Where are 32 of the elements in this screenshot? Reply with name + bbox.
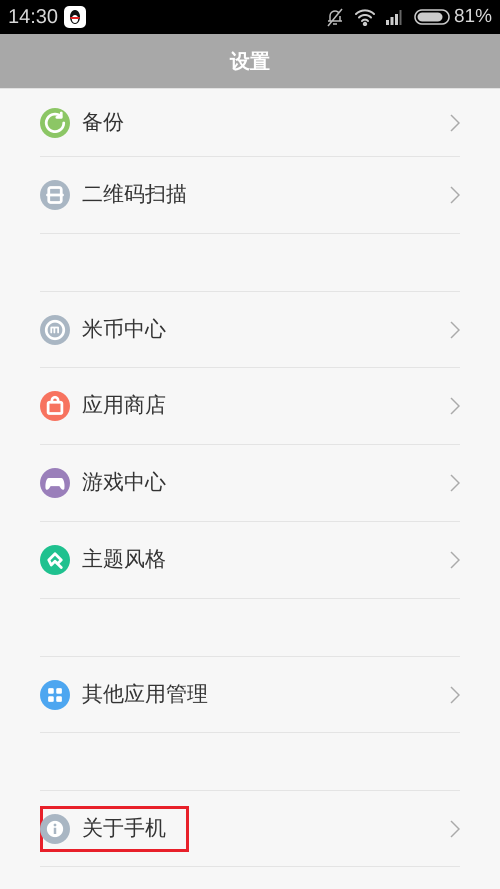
settings-item[interactable]: 二维码扫描 xyxy=(40,157,460,234)
item-label: 备份 xyxy=(82,108,124,136)
penguin-icon xyxy=(64,6,86,28)
clock: 14:30 xyxy=(8,5,58,30)
settings-item[interactable]: 备份 xyxy=(40,89,460,157)
chevron-right-icon xyxy=(450,820,460,838)
chevron-right-icon xyxy=(450,551,460,569)
chevron-right-icon xyxy=(450,186,460,204)
item-label: 关于手机 xyxy=(82,814,166,842)
item-label: 主题风格 xyxy=(82,546,166,574)
chevron-right-icon xyxy=(450,320,460,338)
page-title: 设置 xyxy=(230,48,270,75)
settings-item[interactable]: 米币中心 xyxy=(40,291,460,368)
item-label: 米币中心 xyxy=(82,316,166,343)
battery-icon xyxy=(414,9,450,25)
settings-item[interactable]: 主题风格 xyxy=(40,522,460,599)
chevron-right-icon xyxy=(450,686,460,704)
item-label: 游戏中心 xyxy=(82,469,166,496)
wifi-icon xyxy=(354,8,376,26)
chevron-right-icon xyxy=(450,397,460,415)
signal-icon xyxy=(386,9,404,25)
chevron-right-icon xyxy=(450,474,460,492)
item-label: 二维码扫描 xyxy=(82,181,187,208)
settings-item[interactable]: 应用商店 xyxy=(40,368,460,445)
battery-percentage: 81% xyxy=(454,4,492,29)
settings-item[interactable]: 关于手机 xyxy=(40,790,460,867)
item-label: 其他应用管理 xyxy=(82,680,208,708)
bell-off-icon xyxy=(326,7,344,27)
settings-item[interactable]: 游戏中心 xyxy=(40,445,460,522)
chevron-right-icon xyxy=(450,114,460,132)
item-label: 应用商店 xyxy=(82,392,166,420)
settings-item[interactable]: 其他应用管理 xyxy=(40,656,460,733)
